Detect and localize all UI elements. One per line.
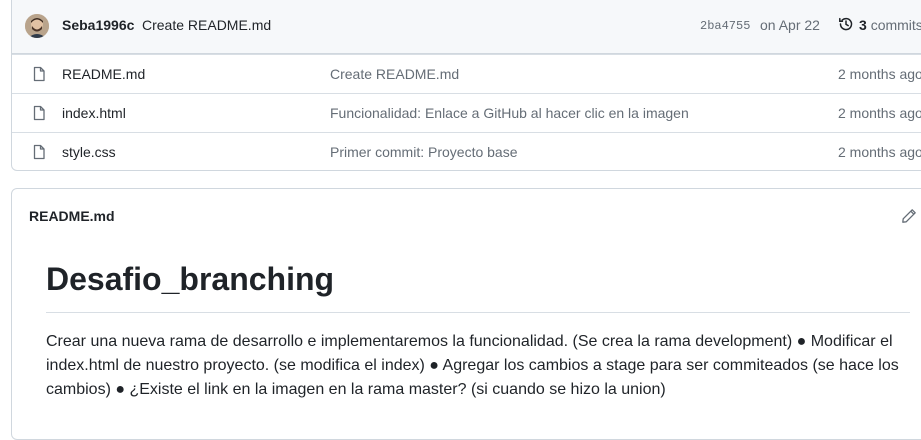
file-icon <box>31 144 47 160</box>
readme-heading: Desafio_branching <box>46 261 335 297</box>
file-name-link[interactable]: README.md <box>62 66 145 82</box>
file-age: 2 months ago <box>838 105 921 121</box>
file-row[interactable]: style.css Primer commit: Proyecto base 2… <box>12 132 921 170</box>
readme-panel: README.md Desafio_branching Crear una nu… <box>11 188 921 440</box>
pencil-icon[interactable] <box>901 208 917 224</box>
avatar[interactable] <box>25 14 49 38</box>
file-age: 2 months ago <box>838 66 921 82</box>
file-commit-link[interactable]: Funcionalidad: Enlace a GitHub al hacer … <box>330 105 689 121</box>
commit-count: 3 <box>859 17 867 33</box>
heading-divider <box>46 312 910 313</box>
latest-commit-bar: Seba1996c Create README.md 2ba4755 on Ap… <box>12 0 921 54</box>
file-commit-link[interactable]: Primer commit: Proyecto base <box>330 144 518 160</box>
readme-title[interactable]: README.md <box>29 208 115 224</box>
commit-message-link[interactable]: Create README.md <box>142 17 271 33</box>
file-commit-link[interactable]: Create README.md <box>330 66 459 82</box>
commit-count-label: commits <box>870 17 921 33</box>
history-icon[interactable] <box>838 16 854 32</box>
file-age: 2 months ago <box>838 144 921 160</box>
commits-link[interactable]: 3 commits <box>859 17 921 33</box>
commit-sha-link[interactable]: 2ba4755 <box>700 19 750 33</box>
file-browser: Seba1996c Create README.md 2ba4755 on Ap… <box>11 0 921 171</box>
file-row[interactable]: README.md Create README.md 2 months ago <box>12 54 921 93</box>
commit-date: on Apr 22 <box>760 17 820 33</box>
file-name-link[interactable]: index.html <box>62 105 126 121</box>
file-icon <box>31 66 47 82</box>
file-name-link[interactable]: style.css <box>62 144 116 160</box>
commit-author-link[interactable]: Seba1996c <box>62 17 134 33</box>
file-icon <box>31 105 47 121</box>
file-row[interactable]: index.html Funcionalidad: Enlace a GitHu… <box>12 93 921 132</box>
readme-paragraph: Crear una nueva rama de desarrollo e imp… <box>46 333 899 398</box>
